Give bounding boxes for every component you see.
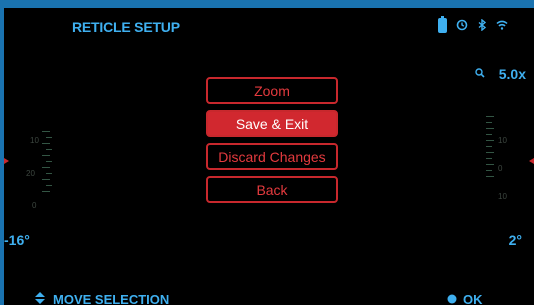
reticle-menu: Zoom Save & Exit Discard Changes Back: [206, 77, 338, 209]
updown-arrow-icon: [35, 292, 45, 305]
scale-label: 10: [30, 136, 39, 145]
page-title: RETICLE SETUP: [72, 19, 180, 35]
right-angle: 2°: [508, 232, 522, 248]
back-button[interactable]: Back: [206, 176, 338, 203]
zoom-icon: [475, 65, 485, 83]
scale-label: 20: [26, 169, 35, 178]
zoom-button[interactable]: Zoom: [206, 77, 338, 104]
scale-label: 10: [498, 192, 507, 201]
right-marker-icon: [529, 158, 534, 164]
zoom-readout: 5.0x: [475, 65, 526, 83]
right-tilt-scale: 10 0 10: [482, 116, 516, 206]
window-frame: RETICLE SETUP 5.0x 10 20 0 10 0 10 Zoom …: [0, 0, 534, 305]
status-bar: [438, 16, 508, 33]
left-marker-icon: [4, 158, 9, 164]
move-selection-hint: MOVE SELECTION: [35, 292, 169, 305]
battery-icon: [438, 16, 447, 33]
ok-dot-icon: [447, 292, 457, 305]
scale-label: 0: [32, 201, 37, 210]
scale-label: 10: [498, 136, 507, 145]
device-screen: RETICLE SETUP 5.0x 10 20 0 10 0 10 Zoom …: [4, 8, 534, 305]
scale-label: 0: [498, 164, 503, 173]
wifi-icon: [496, 19, 508, 33]
bluetooth-icon: [477, 18, 487, 33]
left-angle: -16°: [4, 232, 30, 248]
left-tilt-scale: 10 20 0: [24, 131, 56, 221]
ok-hint: OK: [447, 292, 483, 305]
save-exit-button[interactable]: Save & Exit: [206, 110, 338, 137]
move-selection-label: MOVE SELECTION: [53, 292, 170, 305]
discard-changes-button[interactable]: Discard Changes: [206, 143, 338, 170]
timer-icon: [456, 19, 468, 33]
zoom-value: 5.0x: [498, 66, 526, 82]
ok-label: OK: [463, 292, 483, 305]
